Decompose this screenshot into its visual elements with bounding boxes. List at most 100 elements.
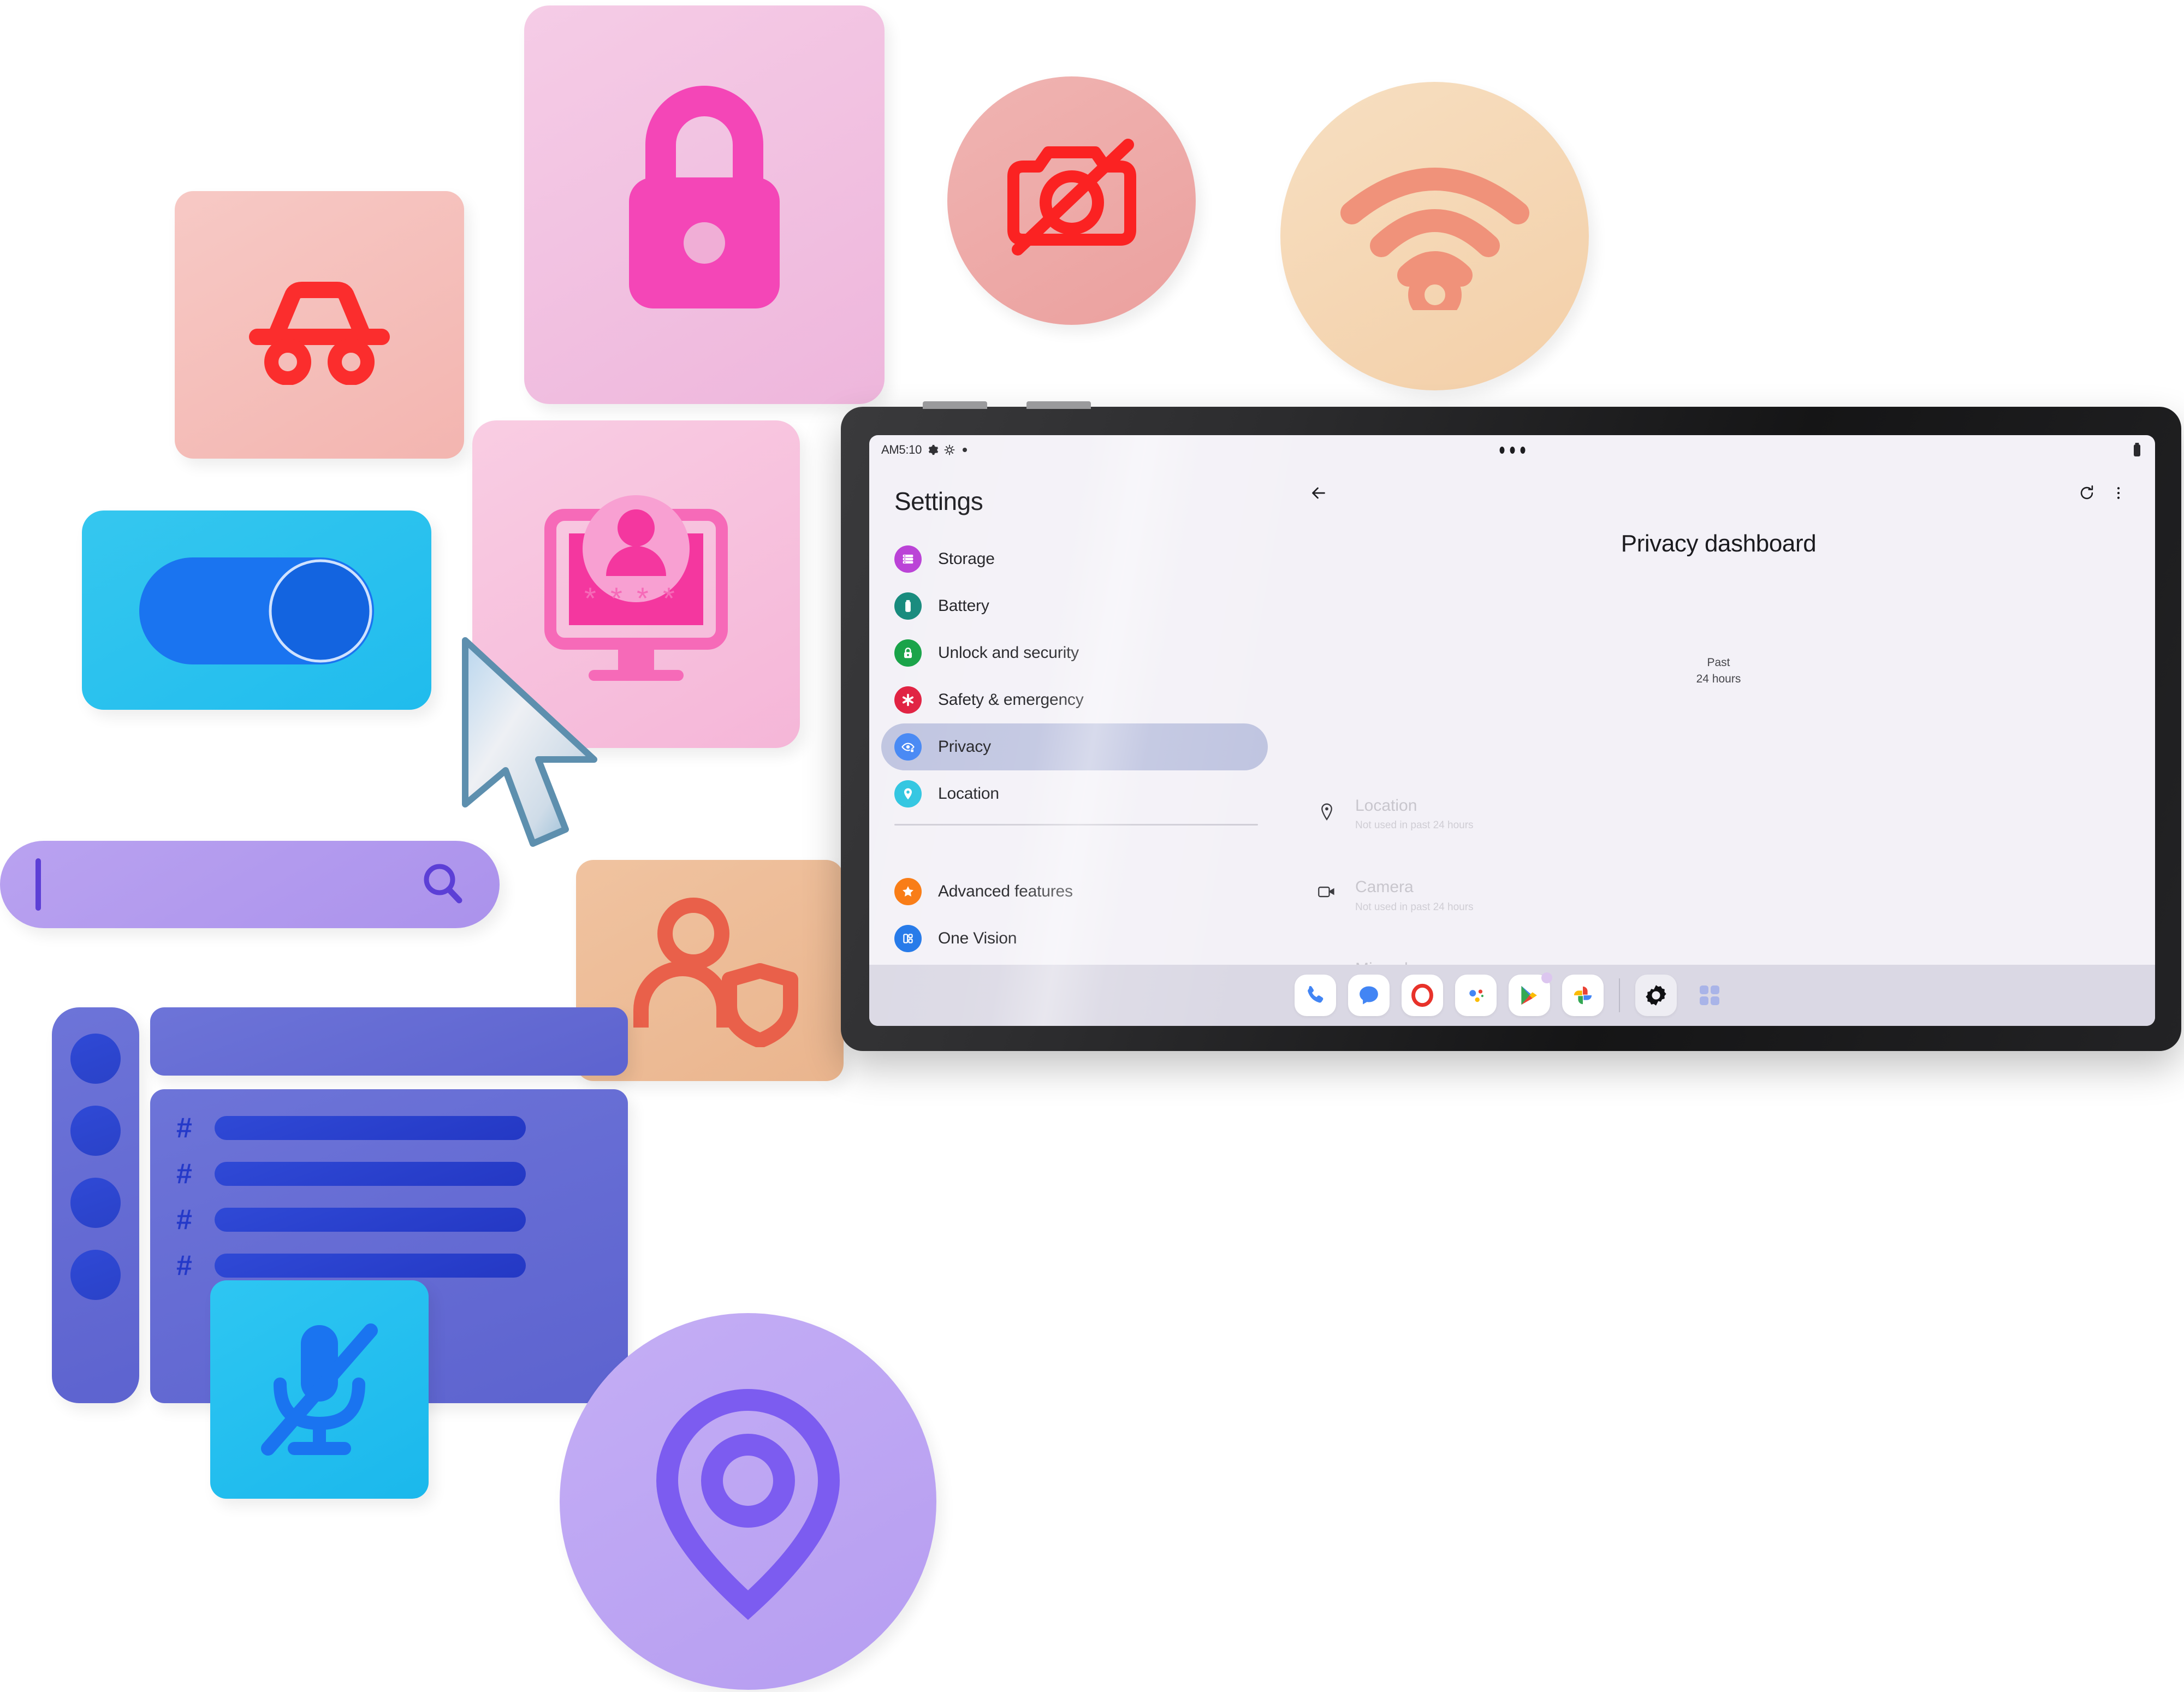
sidebar-item-label: Battery <box>938 597 989 615</box>
svg-text:*: * <box>637 581 649 615</box>
chat-rail-dot <box>70 1106 121 1156</box>
chat-rail-dot <box>70 1034 121 1084</box>
photos-app-icon[interactable] <box>1562 975 1604 1016</box>
period-line-1: Past <box>1707 656 1730 669</box>
tablet-screen: AM5:10 Settings Storage Battery Unlock a… <box>869 435 2155 1026</box>
camera-icon <box>1315 878 1339 899</box>
badge-dot <box>1541 972 1552 983</box>
onevision-icon <box>894 925 922 952</box>
sidebar-item-partial[interactable] <box>881 962 1268 965</box>
chat-channel-row: # <box>176 1160 628 1188</box>
gear-icon <box>928 444 939 455</box>
play-store-app-icon[interactable] <box>1508 972 1552 1016</box>
page-title: Settings <box>894 487 983 515</box>
battery-icon <box>894 592 922 620</box>
sidebar-item-unlock-and-security[interactable]: Unlock and security <box>881 630 1268 676</box>
sidebar-item-one-vision[interactable]: One Vision <box>881 915 1268 962</box>
star-icon <box>894 878 922 905</box>
back-arrow-icon[interactable] <box>1303 477 1334 509</box>
refresh-icon[interactable] <box>2071 477 2103 509</box>
chat-titlebar <box>150 1007 628 1076</box>
phone-app-icon[interactable] <box>1294 975 1336 1016</box>
sidebar-item-label: Advanced features <box>938 882 1073 900</box>
chat-rail-dot <box>70 1250 121 1300</box>
sidebar-item-label: Location <box>938 785 999 803</box>
camera-off-icon <box>947 76 1196 325</box>
dot-icon <box>1520 446 1525 454</box>
permission-list: Location Not used in past 24 hours Camer… <box>1303 797 2134 965</box>
toggle-on-icon <box>82 510 431 710</box>
status-bar-left: AM5:10 <box>881 443 968 457</box>
app-dock <box>869 965 2155 1026</box>
content-toolbar <box>1303 477 2134 509</box>
dot-icon <box>1499 446 1504 454</box>
chat-rail <box>52 1007 139 1403</box>
sidebar-item-label: Storage <box>938 550 995 568</box>
status-bar-clock: AM5:10 <box>881 443 922 456</box>
permission-status: Not used in past 24 hours <box>1355 901 1474 913</box>
sidebar-item-location[interactable]: Location <box>881 770 1268 817</box>
svg-text:*: * <box>610 581 622 615</box>
dot-icon <box>963 448 968 452</box>
status-bar: AM5:10 <box>869 435 2155 465</box>
status-bar-dots <box>1499 446 1525 454</box>
chat-rail-dot <box>70 1178 121 1228</box>
permission-name: Microphone <box>1355 960 1474 965</box>
location-icon <box>894 780 922 808</box>
svg-text:*: * <box>584 581 596 615</box>
permission-name: Location <box>1355 796 1417 815</box>
dashboard-title: Privacy dashboard <box>1621 530 1817 557</box>
storage-icon <box>894 545 922 573</box>
sidebar-divider <box>894 824 1258 826</box>
chat-channel-row: # <box>176 1206 628 1234</box>
period-label: Past 24 hours <box>1303 655 2134 688</box>
location-pin-icon <box>560 1313 936 1690</box>
permission-row-location[interactable]: Location Not used in past 24 hours <box>1315 797 2134 832</box>
location-pin-icon <box>1315 797 1339 821</box>
permission-row-camera[interactable]: Camera Not used in past 24 hours <box>1315 878 2134 913</box>
opera-app-icon[interactable] <box>1401 975 1443 1016</box>
padlock-icon <box>524 5 885 404</box>
sidebar-item-label: Privacy <box>938 738 991 756</box>
messages-app-icon[interactable] <box>1348 975 1390 1016</box>
sidebar-item-privacy[interactable]: Privacy <box>881 723 1268 770</box>
dock-divider <box>1618 978 1620 1012</box>
asterisk-icon <box>894 686 922 714</box>
microphone-icon <box>1315 960 1339 965</box>
magnifier-icon <box>424 864 462 904</box>
gear-outline-icon <box>944 444 955 455</box>
more-vert-icon[interactable] <box>2103 477 2134 509</box>
permission-row-microphone[interactable]: Microphone Not used in past 24 hours <box>1315 960 2134 965</box>
sidebar-item-battery[interactable]: Battery <box>881 583 1268 630</box>
status-bar-right <box>2133 443 2141 457</box>
privacy-eye-icon <box>894 733 922 761</box>
settings-sidebar: Settings Storage Battery Unlock and secu… <box>869 465 1284 965</box>
chat-channel-row: # <box>176 1114 628 1142</box>
period-line-2: 24 hours <box>1696 673 1741 686</box>
sidebar-item-safety-and-emergency[interactable]: Safety & emergency <box>881 676 1268 723</box>
wifi-icon <box>1280 82 1589 390</box>
lock-icon <box>894 639 922 667</box>
tablet-device: AM5:10 Settings Storage Battery Unlock a… <box>841 401 2181 1051</box>
text-cursor-icon <box>35 858 41 911</box>
assistant-app-icon[interactable] <box>1455 975 1497 1016</box>
mouse-cursor-icon <box>453 631 644 860</box>
permission-status: Not used in past 24 hours <box>1355 820 1474 832</box>
sidebar-item-label: One Vision <box>938 929 1017 947</box>
mic-off-icon <box>210 1280 429 1499</box>
permission-name: Camera <box>1355 878 1414 897</box>
incognito-icon <box>175 191 464 459</box>
sidebar-item-label: Safety & emergency <box>938 691 1084 709</box>
tablet-content: Settings Storage Battery Unlock and secu… <box>869 465 2155 965</box>
settings-app-icon[interactable] <box>1635 975 1677 1016</box>
chat-channel-row: # <box>176 1251 628 1280</box>
sidebar-item-label: Unlock and security <box>938 644 1079 662</box>
battery-icon <box>2134 443 2140 456</box>
sidebar-item-advanced-features[interactable]: Advanced features <box>881 868 1268 915</box>
svg-text:*: * <box>663 581 675 615</box>
search-bar-icon <box>0 841 500 928</box>
privacy-dashboard-pane: Privacy dashboard Past 24 hours Location… <box>1284 465 2155 965</box>
sidebar-item-storage[interactable]: Storage <box>881 536 1268 583</box>
app-grid-icon[interactable] <box>1689 975 1730 1016</box>
dot-icon <box>1510 446 1515 454</box>
